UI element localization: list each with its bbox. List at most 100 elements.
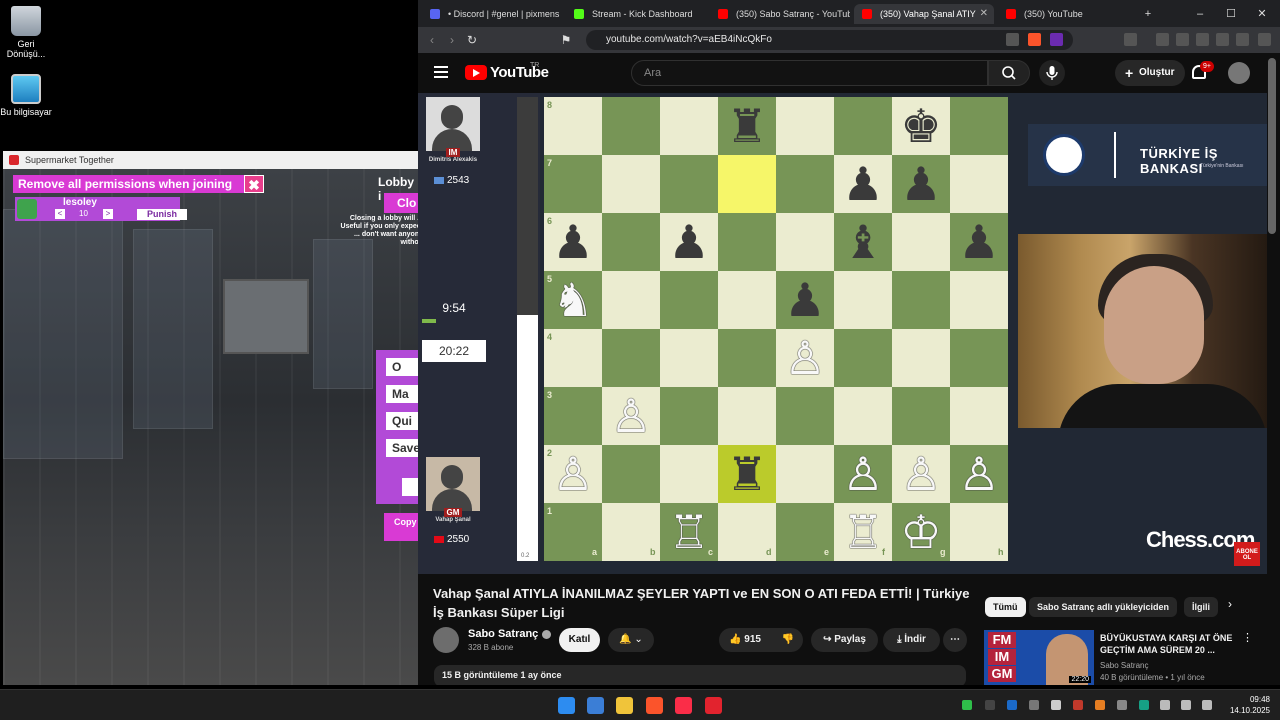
extension-icon[interactable] xyxy=(1124,33,1137,46)
top-player-name: Dimitris Alexakis xyxy=(428,157,478,163)
menu-button-extra[interactable] xyxy=(402,478,419,496)
forward-icon[interactable]: › xyxy=(442,30,462,50)
reload-icon[interactable]: ↻ xyxy=(462,30,482,50)
leo-icon[interactable] xyxy=(1216,33,1229,46)
new-tab-button[interactable]: + xyxy=(1138,4,1158,24)
tray-icon[interactable] xyxy=(1051,700,1061,710)
square-h4 xyxy=(950,329,1008,387)
weather-icon[interactable] xyxy=(587,697,604,714)
system-clock[interactable]: 09:48 14.10.2025 xyxy=(1222,694,1270,716)
tab-youtube-home[interactable]: (350) YouTube xyxy=(998,4,1138,24)
recommendation-more-icon[interactable]: ⋮ xyxy=(1242,631,1253,644)
music-icon[interactable] xyxy=(675,697,692,714)
dislike-button[interactable]: 👎 xyxy=(775,628,801,652)
shelf xyxy=(313,239,373,389)
chess-board: 8 7 6 5 4 3 2 1 a b c d e f g h ♜ ♚ ♟ ♟ ♟ ♟ ♝ ♟ ♞ ♟ ♙ ♙ ♙ ♜ ♙ ♙ ♙ ♖ ♖ ♔ xyxy=(544,97,1008,561)
search-input[interactable]: Ara xyxy=(631,60,988,86)
menu-button-quit[interactable]: Qui xyxy=(386,412,419,430)
subscription-bell-button[interactable]: 🔔 ⌄ xyxy=(608,628,654,652)
channel-avatar[interactable] xyxy=(433,627,459,653)
voice-search-button[interactable] xyxy=(1039,60,1065,86)
copy-link-button[interactable]: Copy l xyxy=(384,513,419,541)
tray-icon[interactable] xyxy=(1117,700,1127,710)
chip-related[interactable]: İlgili xyxy=(1184,597,1218,617)
tray-icon[interactable] xyxy=(1139,700,1149,710)
channel-name[interactable]: Sabo Satranç xyxy=(468,628,552,640)
minimize-button[interactable]: – xyxy=(1190,4,1210,24)
clock-time: 09:48 xyxy=(1249,695,1270,704)
tray-icon[interactable] xyxy=(1073,700,1083,710)
description-box[interactable]: 15 B görüntüleme 1 ay önce xyxy=(434,665,966,685)
tray-icon[interactable] xyxy=(1095,700,1105,710)
video-player[interactable]: IM Dimitris Alexakis 2543 9:54 20:22 GM … xyxy=(418,93,1267,574)
steam-icon[interactable] xyxy=(1007,700,1017,710)
chips-next-icon[interactable]: › xyxy=(1228,597,1232,611)
this-pc[interactable]: Bu bilgisayar xyxy=(0,74,52,117)
start-icon[interactable] xyxy=(558,697,575,714)
search-button[interactable] xyxy=(988,60,1030,86)
youtube-icon xyxy=(1006,9,1016,19)
youtube-logo-icon[interactable] xyxy=(465,65,487,80)
more-actions-button[interactable]: ⋯ xyxy=(943,628,967,652)
tray-icon[interactable] xyxy=(962,700,972,710)
punish-button[interactable]: Punish xyxy=(137,209,187,220)
wallet-icon[interactable] xyxy=(1196,33,1209,46)
chip-from-uploader[interactable]: Sabo Satranç adlı yükleyiciden xyxy=(1029,597,1178,617)
brave-icon[interactable] xyxy=(646,697,663,714)
game-window[interactable]: Supermarket Together Remove all permissi… xyxy=(3,151,419,685)
square-d4 xyxy=(718,329,776,387)
mic-tray-icon[interactable] xyxy=(1160,700,1170,710)
url-field[interactable]: youtube.com/watch?v=aEB4iNcQkFo xyxy=(586,30,1073,50)
brave-shield-icon[interactable] xyxy=(1028,33,1041,46)
share-button[interactable]: ↪ Paylaş xyxy=(811,628,878,652)
recycle-bin[interactable]: Geri Dönüşü... xyxy=(0,6,52,59)
chip-all[interactable]: Tümü xyxy=(985,597,1026,617)
rank-label: 1 xyxy=(547,506,553,516)
hamburger-menu-icon[interactable] xyxy=(434,66,448,78)
menu-button-main[interactable]: Ma xyxy=(386,385,419,403)
tab-discord[interactable]: • Discord | #genel | pixmens xyxy=(422,4,562,24)
create-button[interactable]: + Oluştur xyxy=(1115,60,1185,86)
evaluation-white-fill xyxy=(517,315,538,561)
like-button[interactable]: 👍 915 xyxy=(719,628,771,652)
tab-kick[interactable]: Stream - Kick Dashboard xyxy=(566,4,706,24)
tab-close-icon[interactable]: ✕ xyxy=(980,4,988,24)
file-explorer-icon[interactable] xyxy=(616,697,633,714)
menu-icon[interactable] xyxy=(1258,33,1271,46)
vpn-icon[interactable] xyxy=(1236,33,1249,46)
chess-piece-f1: ♖ xyxy=(842,505,884,559)
app-icon[interactable] xyxy=(705,697,722,714)
close-window-button[interactable]: ✕ xyxy=(1252,4,1272,24)
square-h5 xyxy=(950,271,1008,329)
page-scrollbar[interactable] xyxy=(1268,58,1276,234)
network-icon[interactable] xyxy=(1181,700,1191,710)
tray-icon[interactable] xyxy=(985,700,995,710)
rec-channel[interactable]: Sabo Satranç xyxy=(1100,660,1205,672)
recommendation-thumbnail[interactable]: FM IM GM 22:20 xyxy=(984,630,1094,685)
remove-permissions-close-button[interactable]: ✖ xyxy=(244,175,264,193)
cast-icon[interactable] xyxy=(1006,33,1019,46)
sidebar-icon[interactable] xyxy=(1176,33,1189,46)
tab-youtube-video[interactable]: (350) Vahap Şanal ATIY ✕ xyxy=(854,4,994,24)
remove-permissions-banner[interactable]: Remove all permissions when joining xyxy=(13,175,264,193)
bookmark-icon[interactable]: ⚑ xyxy=(556,30,576,50)
brave-rewards-icon[interactable] xyxy=(1050,33,1063,46)
subscribe-overlay[interactable]: ABONE OL xyxy=(1234,542,1260,566)
youtube-logo-text[interactable]: YouTube xyxy=(490,64,549,81)
account-avatar[interactable] xyxy=(1228,62,1250,84)
player-prev-button[interactable]: < xyxy=(55,209,65,219)
media-icon[interactable] xyxy=(1156,33,1169,46)
player-next-button[interactable]: > xyxy=(103,209,113,219)
back-icon[interactable]: ‹ xyxy=(422,30,442,50)
recommendation-title[interactable]: BÜYÜKUSTAYA KARŞI AT ÖNE GEÇTİM AMA SÜRE… xyxy=(1100,632,1250,656)
tray-icon[interactable] xyxy=(1029,700,1039,710)
close-lobby-button[interactable]: Clo xyxy=(384,193,419,213)
maximize-button[interactable]: ☐ xyxy=(1221,4,1241,24)
download-button[interactable]: ⤓ İndir xyxy=(883,628,940,652)
join-button[interactable]: Katıl xyxy=(559,628,600,652)
menu-button-save[interactable]: Save xyxy=(386,439,419,457)
volume-icon[interactable] xyxy=(1202,700,1212,710)
game-titlebar[interactable]: Supermarket Together xyxy=(3,151,419,169)
menu-button-options[interactable]: O xyxy=(386,358,419,376)
tab-youtube-channel[interactable]: (350) Sabo Satranç - YouTube xyxy=(710,4,850,24)
